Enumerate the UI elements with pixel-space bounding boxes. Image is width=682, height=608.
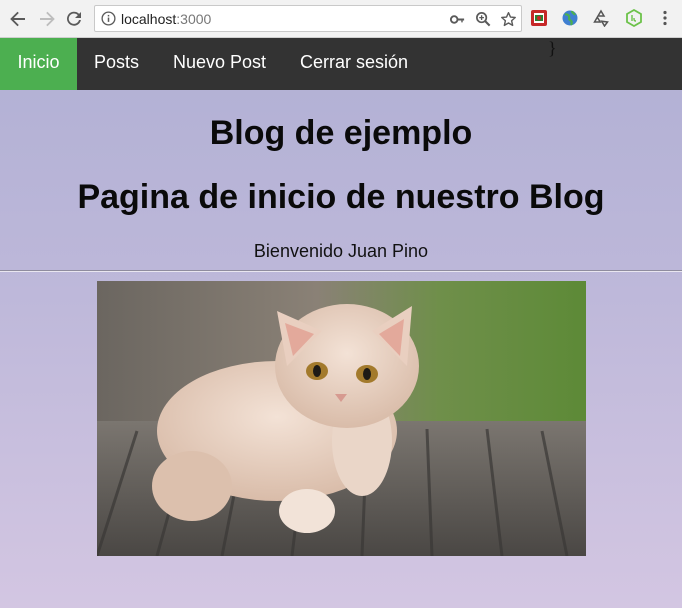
kitten-image	[97, 281, 586, 556]
forward-arrow-icon	[40, 11, 55, 27]
stray-brace-text: }	[548, 38, 557, 58]
welcome-message: Bienvenido Juan Pino	[253, 241, 429, 261]
extension-icon[interactable]	[530, 9, 548, 27]
zoom-icon[interactable]	[475, 11, 492, 28]
divider	[0, 270, 682, 272]
reload-icon	[67, 11, 81, 26]
back-button[interactable]	[8, 9, 28, 29]
page-title: Blog de ejemplo	[209, 114, 473, 152]
reload-button[interactable]	[64, 9, 84, 29]
recycle-icon[interactable]	[592, 9, 610, 27]
star-icon[interactable]	[500, 11, 517, 28]
nav-item-posts[interactable]: Posts	[77, 38, 156, 90]
key-icon[interactable]	[449, 11, 466, 28]
globe-icon[interactable]	[561, 9, 579, 27]
nav-item-nuevo-post[interactable]: Nuevo Post	[156, 38, 283, 90]
forward-button[interactable]	[37, 9, 57, 29]
url-port: :3000	[176, 11, 212, 27]
browser-toolbar: localhost:3000	[0, 0, 682, 38]
url-text: localhost:3000	[121, 11, 211, 27]
nav-item-cerrar-sesion[interactable]: Cerrar sesión	[283, 38, 425, 90]
address-bar[interactable]: localhost:3000	[94, 5, 522, 32]
nav-item-inicio[interactable]: Inicio	[0, 38, 77, 90]
menu-dots-icon[interactable]	[656, 9, 674, 27]
node-icon[interactable]	[625, 9, 643, 27]
page-viewport: Inicio Posts Nuevo Post Cerrar sesión } …	[0, 38, 682, 608]
back-arrow-icon	[10, 11, 25, 27]
top-navigation: Inicio Posts Nuevo Post Cerrar sesión	[0, 38, 682, 90]
url-host: localhost	[121, 11, 177, 27]
info-icon[interactable]	[101, 11, 116, 26]
page-subtitle: Pagina de inicio de nuestro Blog	[77, 178, 605, 216]
